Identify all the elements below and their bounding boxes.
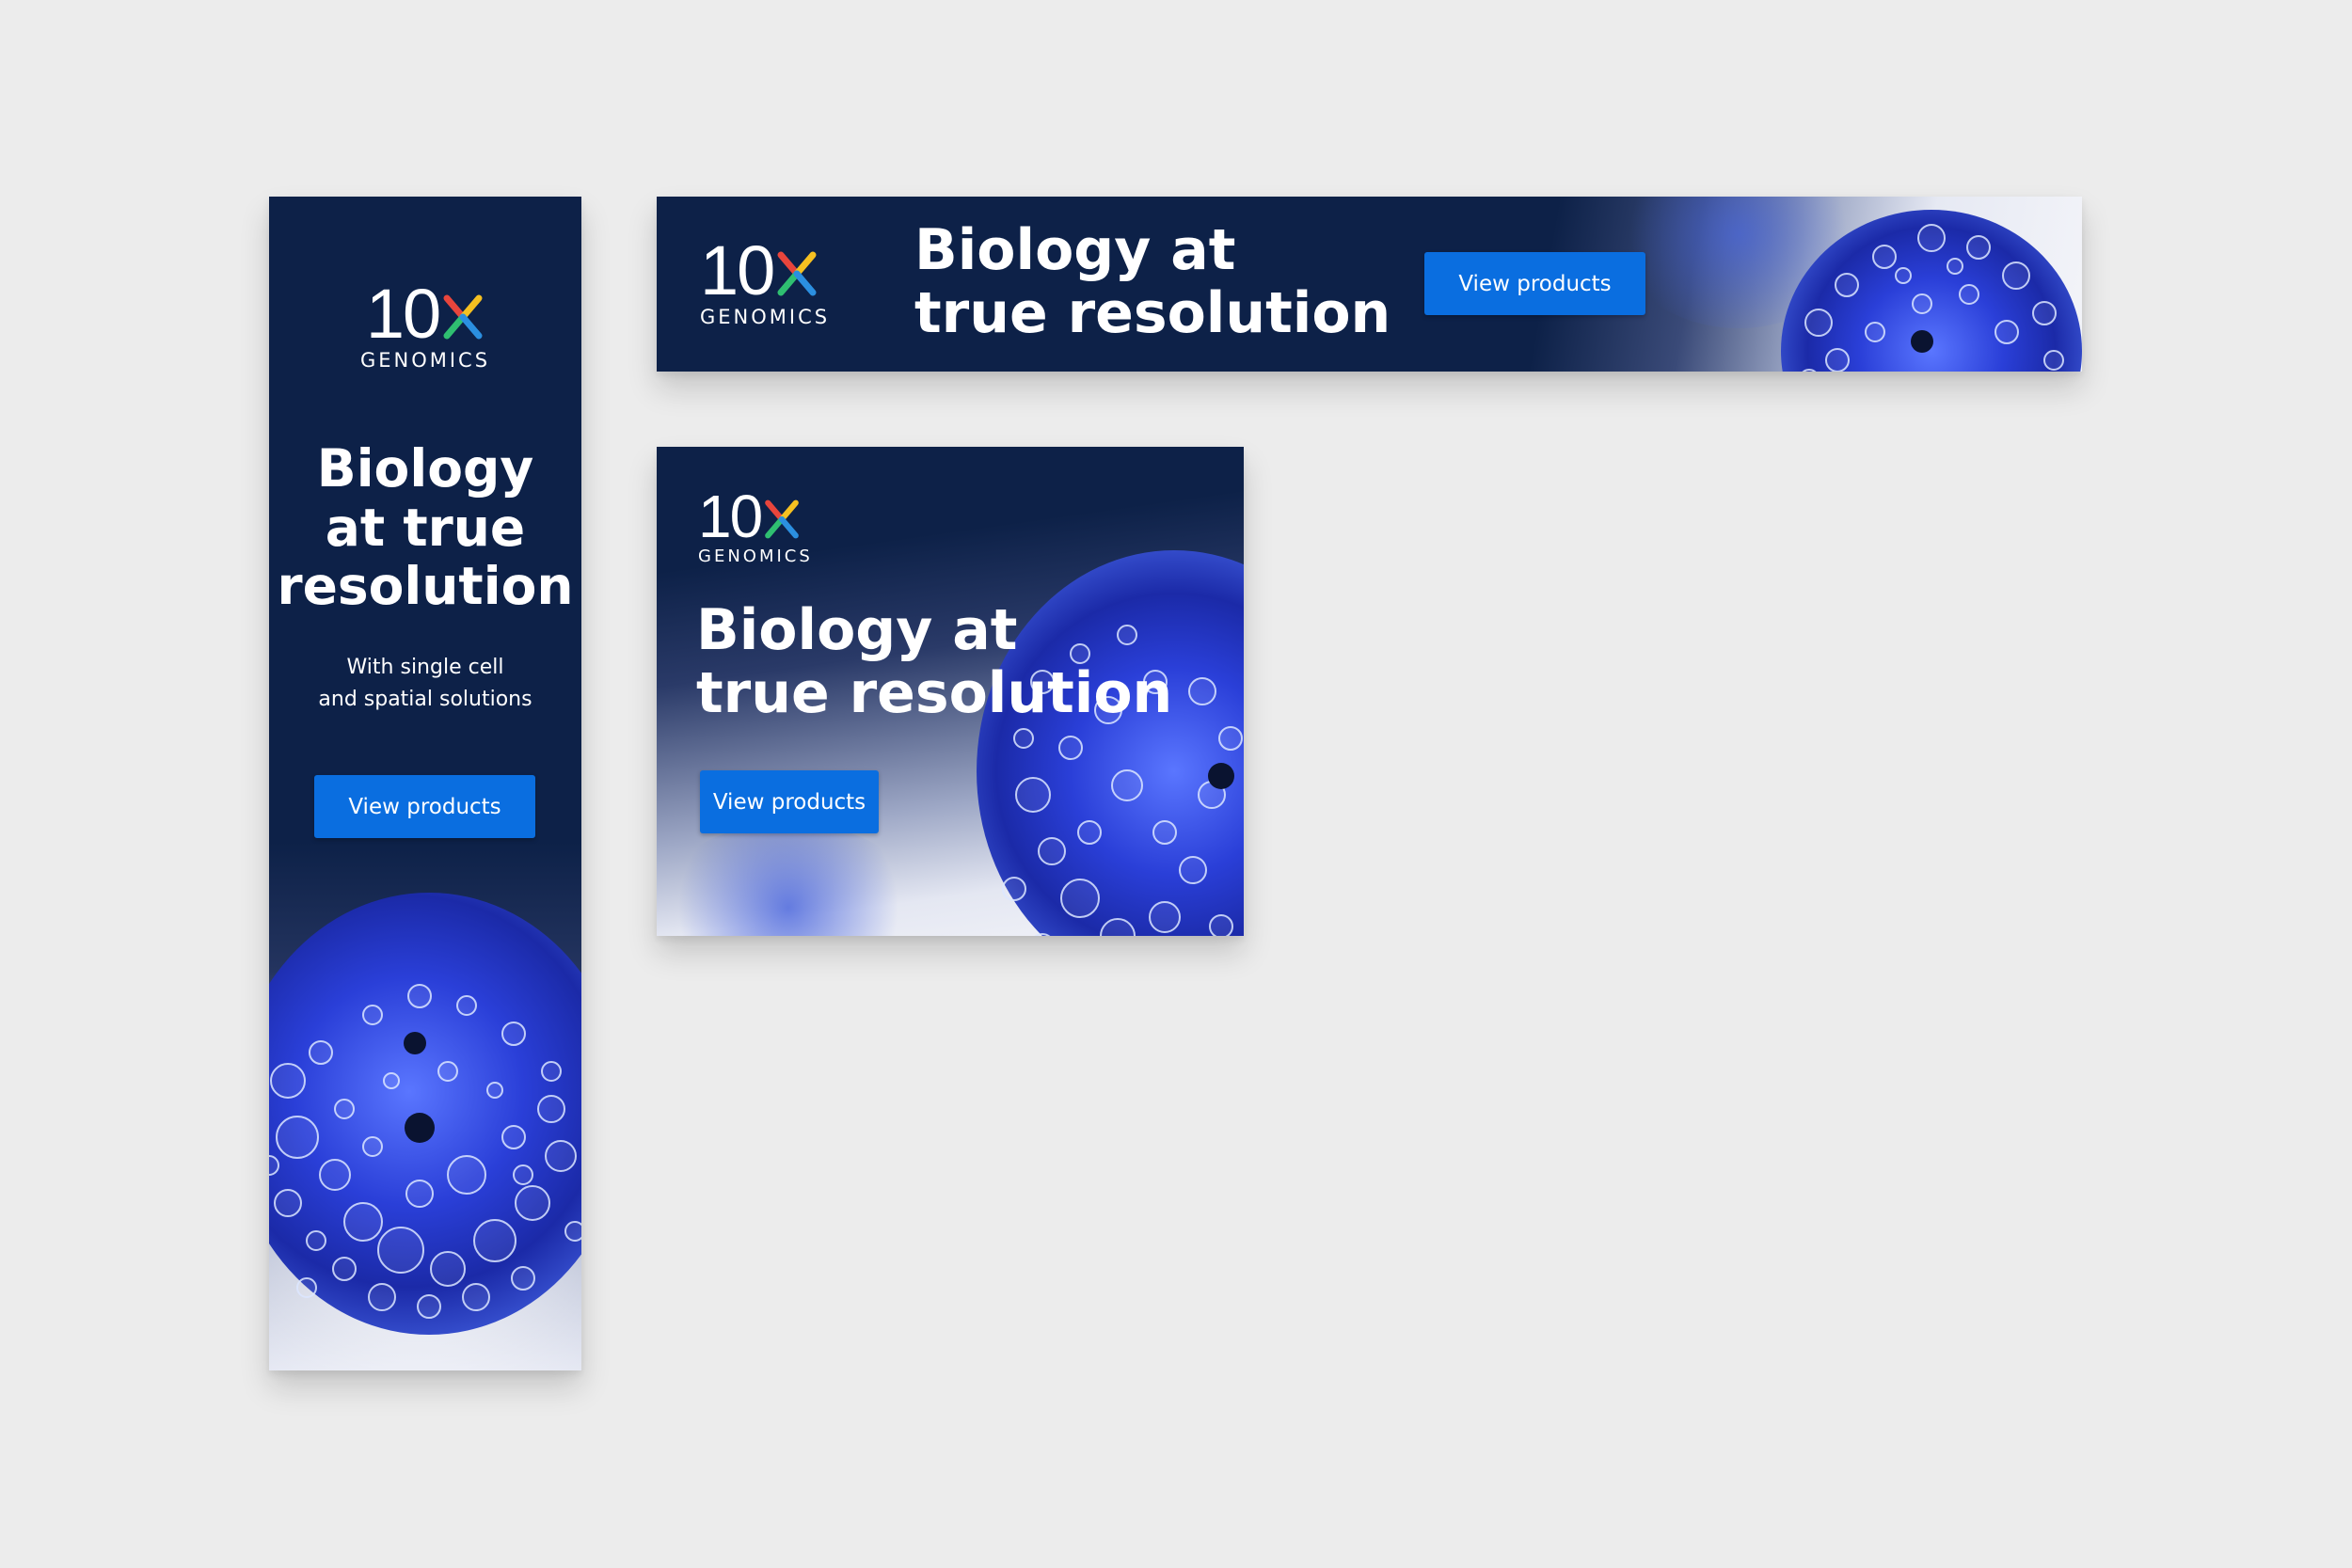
logo-number: 10 (698, 483, 763, 550)
logo-wordmark: GENOMICS (359, 349, 491, 372)
headline-line: true resolution (696, 660, 1173, 727)
logo-x-icon (763, 499, 801, 539)
rectangle-logo[interactable]: 10 GENOMICS (698, 486, 813, 565)
leaderboard-logo[interactable]: 10 GENOMICS (700, 236, 830, 327)
skyscraper-cell-image (269, 893, 581, 1335)
logo-wordmark: GENOMICS (698, 546, 813, 566)
headline-line: Biology at (696, 597, 1018, 663)
skyscraper-logo[interactable]: 10 GENOMICS (269, 279, 581, 371)
logo-x-icon (441, 294, 485, 340)
logo-wordmark: GENOMICS (700, 306, 831, 328)
skyscraper-subheadline: With single cell and spatial solutions (269, 652, 581, 716)
skyscraper-headline: Biology at true resolution (269, 439, 581, 616)
headline-line: Biology at (914, 217, 1236, 283)
logo-number: 10 (700, 231, 775, 309)
skyscraper-banner[interactable]: 10 GENOMICS Biology at true resolution W… (269, 197, 581, 1370)
skyscraper-bubbles (269, 984, 581, 1319)
rectangle-headline: Biology at true resolution (696, 597, 1173, 727)
rectangle-view-products-button[interactable]: View products (700, 770, 879, 833)
sub-line: and spatial solutions (318, 688, 532, 712)
leaderboard-headline: Biology at true resolution (914, 217, 1391, 347)
leaderboard-cell-image (1781, 210, 2082, 372)
logo-x-icon (775, 251, 818, 296)
leaderboard-banner[interactable]: 10 GENOMICS Biology at true resolution V… (657, 197, 2082, 372)
sub-line: With single cell (346, 656, 504, 679)
headline-line: true resolution (914, 280, 1391, 347)
headline-line: resolution (277, 556, 574, 617)
logo-number: 10 (365, 275, 441, 353)
headline-line: Biology (316, 438, 534, 499)
skyscraper-view-products-button[interactable]: View products (314, 775, 535, 838)
leaderboard-view-products-button[interactable]: View products (1424, 252, 1645, 315)
headline-line: at true (325, 497, 526, 558)
rectangle-banner[interactable]: 10 GENOMICS Biology at true resolution V… (657, 447, 1244, 936)
leaderboard-bubbles (1802, 224, 2064, 372)
